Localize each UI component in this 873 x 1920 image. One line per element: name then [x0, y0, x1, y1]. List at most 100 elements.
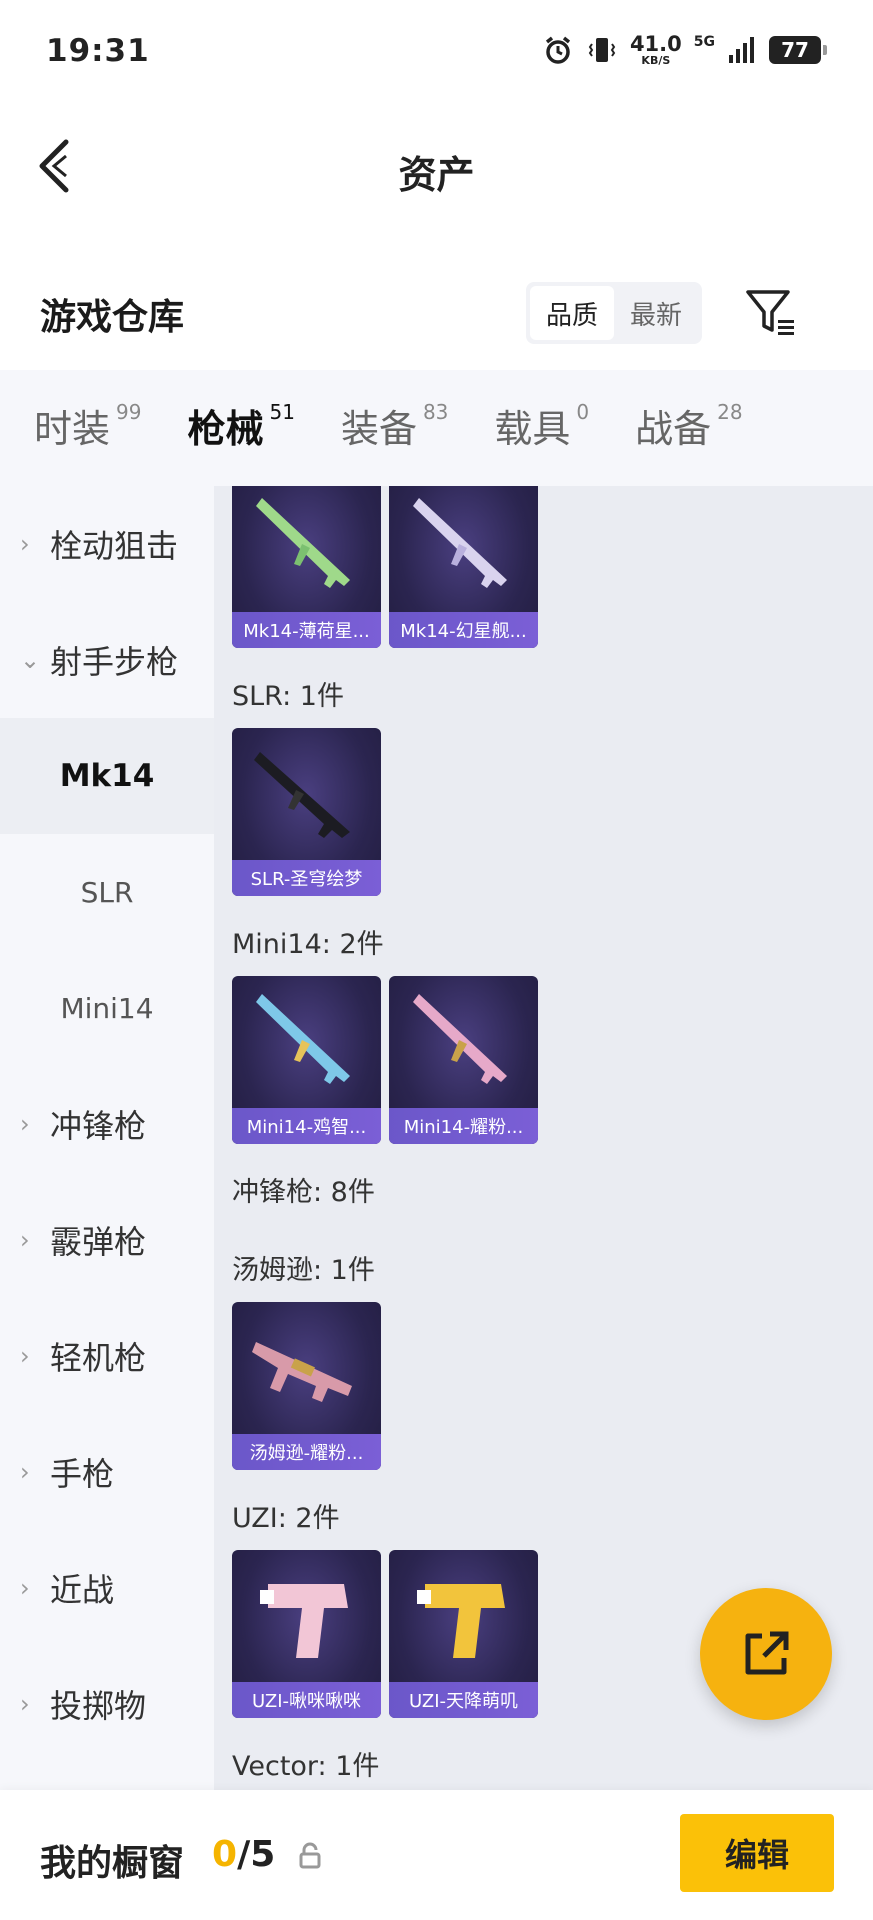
- chevron-right-icon: ›: [20, 1110, 30, 1138]
- tab-gear[interactable]: 战备 28: [635, 398, 742, 458]
- network-speed: 41.0 KB/S: [629, 32, 682, 67]
- item-card[interactable]: Mini14-耀粉...: [389, 976, 538, 1144]
- share-external-icon: [745, 1631, 789, 1675]
- item-name: 汤姆逊-耀粉...: [232, 1434, 381, 1470]
- item-name: Mk14-薄荷星...: [232, 612, 381, 648]
- item-card[interactable]: Mini14-鸡智...: [232, 976, 381, 1144]
- item-card[interactable]: UZI-天降萌叽: [389, 1550, 538, 1718]
- tab-count: 83: [422, 400, 449, 424]
- item-name: SLR-圣穹绘梦: [232, 860, 381, 896]
- item-name: Mini14-鸡智...: [232, 1108, 381, 1144]
- chevron-right-icon: ›: [20, 1458, 30, 1486]
- tab-count: 0: [576, 400, 590, 424]
- tab-label: 时装: [34, 407, 111, 451]
- network-speed-value: 41.0: [629, 32, 682, 56]
- item-card[interactable]: UZI-啾咪啾咪: [232, 1550, 381, 1718]
- share-button[interactable]: [700, 1588, 832, 1720]
- showcase-count: 0/5: [212, 1834, 275, 1875]
- chevron-right-icon: ›: [20, 1226, 30, 1254]
- sidebar-item-label: 冲锋枪: [50, 1107, 147, 1145]
- sidebar-item-label: 投掷物: [50, 1687, 147, 1725]
- status-bar: 19:31 41.0 KB/S 5G 77: [0, 0, 873, 100]
- tab-label: 战备: [635, 407, 712, 451]
- network-speed-unit: KB/S: [641, 54, 671, 67]
- sidebar-subitem-slr[interactable]: SLR: [0, 834, 214, 950]
- sort-option-latest[interactable]: 最新: [614, 286, 698, 340]
- uzi-icon: [417, 1584, 505, 1658]
- showcase-count-current: 0: [212, 1834, 238, 1875]
- tab-label: 枪械: [187, 407, 264, 451]
- section-title: 游戏仓库: [40, 297, 185, 338]
- page-title: 资产: [398, 153, 475, 197]
- group-label: Mini14: 2件: [232, 929, 384, 960]
- signal-icon: [729, 37, 754, 63]
- sidebar-item-label: 射手步枪: [50, 643, 179, 681]
- edit-button[interactable]: 编辑: [680, 1814, 834, 1892]
- group-label: UZI: 2件: [232, 1503, 340, 1534]
- status-time: 19:31: [46, 33, 150, 69]
- sidebar-subitem-mini14[interactable]: Mini14: [0, 950, 214, 1066]
- alarm-icon: [545, 36, 571, 64]
- battery-indicator: 77: [769, 36, 827, 64]
- tab-label: 装备: [340, 407, 417, 451]
- rifle-icon: [413, 498, 507, 588]
- network-type: 5G: [693, 34, 715, 50]
- sidebar-item-melee[interactable]: › 近战: [0, 1530, 214, 1646]
- item-card[interactable]: Mk14-幻星舰...: [389, 486, 538, 648]
- sidebar-item-label: 栓动狙击: [50, 527, 179, 565]
- tab-count: 99: [116, 400, 142, 424]
- filter-icon[interactable]: [742, 286, 800, 340]
- item-name: UZI-天降萌叽: [389, 1682, 538, 1718]
- item-name: Mk14-幻星舰...: [389, 612, 538, 648]
- smg-icon: [252, 1342, 352, 1402]
- rifle-icon: [413, 994, 507, 1084]
- item-card[interactable]: Mk14-薄荷星...: [232, 486, 381, 648]
- group-label: SLR: 1件: [232, 681, 344, 712]
- sidebar-item-label: 轻机枪: [50, 1339, 147, 1377]
- vibrate-icon: [588, 38, 616, 62]
- rifle-icon: [256, 498, 350, 588]
- tab-vehicles[interactable]: 载具 0: [494, 398, 589, 458]
- tab-equipment[interactable]: 装备 83: [341, 398, 448, 458]
- tab-count: 28: [717, 400, 743, 424]
- tab-fashion[interactable]: 时装 99: [34, 398, 141, 458]
- group-label: 冲锋枪: 8件: [232, 1177, 375, 1208]
- app-header: 资产: [0, 100, 873, 230]
- sort-toggle: 品质 最新: [526, 282, 702, 344]
- item-name: Mini14-耀粉...: [389, 1108, 538, 1144]
- chevron-right-icon: ›: [20, 1574, 30, 1602]
- showcase-count-total: /5: [237, 1834, 276, 1875]
- sidebar-subitem-mk14[interactable]: Mk14: [0, 718, 214, 834]
- chevron-down-icon: ⌄: [20, 646, 41, 674]
- sidebar-item-smg[interactable]: › 冲锋枪: [0, 1066, 214, 1182]
- chevron-right-icon: ›: [20, 1342, 30, 1370]
- tab-label: 载具: [494, 407, 571, 451]
- rifle-icon: [254, 752, 350, 838]
- item-card[interactable]: 汤姆逊-耀粉...: [232, 1302, 381, 1470]
- sidebar-item-marksman-rifle[interactable]: ⌄ 射手步枪: [0, 602, 214, 718]
- sort-option-quality[interactable]: 品质: [530, 286, 614, 340]
- lock-icon: [299, 1842, 321, 1869]
- group-label: Vector: 1件: [232, 1751, 380, 1782]
- tab-count: 51: [269, 400, 295, 424]
- rifle-icon: [256, 994, 350, 1084]
- item-name: UZI-啾咪啾咪: [232, 1682, 381, 1718]
- uzi-icon: [260, 1584, 348, 1658]
- category-tabs: 时装 99 枪械 51 装备 83 载具 0 战备 28: [0, 370, 873, 493]
- weapon-category-sidebar: › 栓动狙击 ⌄ 射手步枪 Mk14 SLR Mini14 › 冲锋枪 › 霰弹…: [0, 486, 214, 1790]
- status-icons: 41.0 KB/S 5G 77: [542, 30, 827, 70]
- bottom-bar: 我的橱窗 0/5 编辑: [0, 1790, 873, 1920]
- sidebar-item-label: 霰弹枪: [50, 1223, 147, 1261]
- item-card[interactable]: SLR-圣穹绘梦: [232, 728, 381, 896]
- sidebar-item-shotgun[interactable]: › 霰弹枪: [0, 1182, 214, 1298]
- sidebar-item-pistol[interactable]: › 手枪: [0, 1414, 214, 1530]
- sidebar-item-label: 手枪: [50, 1455, 115, 1493]
- sidebar-item-bolt-sniper[interactable]: › 栓动狙击: [0, 486, 214, 602]
- sidebar-item-label: 近战: [50, 1571, 115, 1609]
- sidebar-item-throwable[interactable]: › 投掷物: [0, 1646, 214, 1762]
- sidebar-item-lmg[interactable]: › 轻机枪: [0, 1298, 214, 1414]
- group-label: 汤姆逊: 1件: [232, 1255, 375, 1286]
- tab-guns[interactable]: 枪械 51: [187, 398, 295, 493]
- chevron-right-icon: ›: [20, 530, 30, 558]
- showcase-label: 我的橱窗: [40, 1843, 185, 1884]
